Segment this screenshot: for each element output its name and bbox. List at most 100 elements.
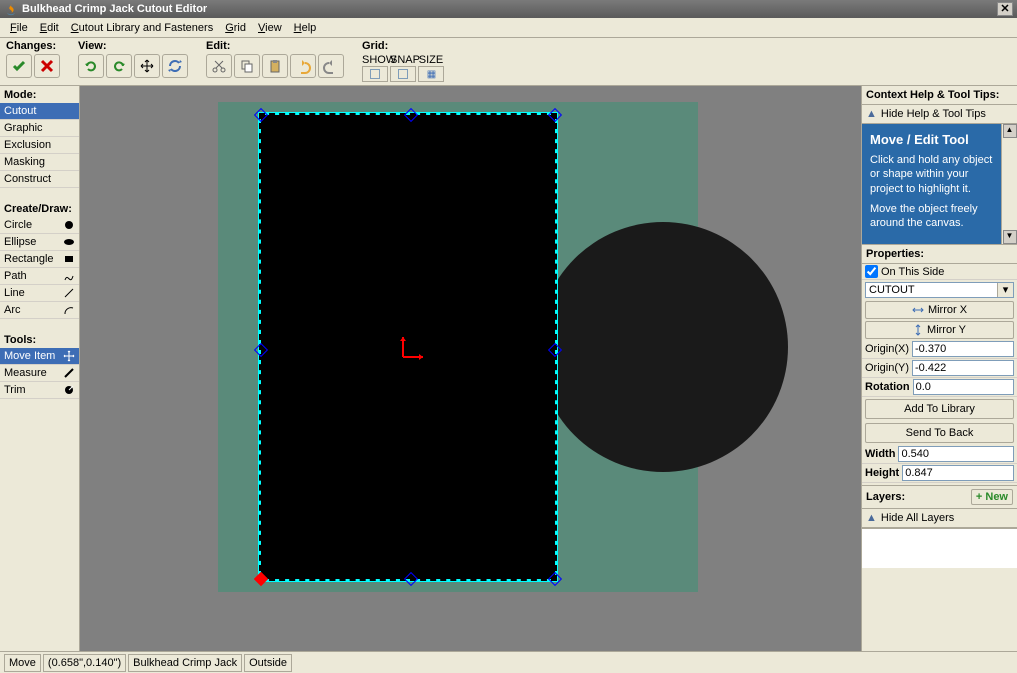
trim-icon <box>63 384 75 396</box>
send-to-back-button[interactable]: Send To Back <box>865 423 1014 443</box>
rotate-cw-button[interactable] <box>106 54 132 78</box>
draw-rectangle[interactable]: Rectangle <box>0 251 79 268</box>
mode-cutout[interactable]: Cutout <box>0 103 79 120</box>
collapse-up-icon: ▲ <box>866 108 877 120</box>
draw-line[interactable]: Line <box>0 285 79 302</box>
mode-masking[interactable]: Masking <box>0 154 79 171</box>
draw-ellipse[interactable]: Ellipse <box>0 234 79 251</box>
arc-icon <box>63 304 75 316</box>
create-header: Create/Draw: <box>0 200 79 217</box>
cancel-button[interactable] <box>34 54 60 78</box>
draw-arc[interactable]: Arc <box>0 302 79 319</box>
layers-header: Layers: <box>866 491 905 503</box>
add-to-library-button[interactable]: Add To Library <box>865 399 1014 419</box>
origin-x-input[interactable] <box>912 341 1014 357</box>
handle-br[interactable] <box>548 572 562 586</box>
mirror-y-icon <box>913 324 923 336</box>
toolbar-view: View: <box>78 40 188 78</box>
handle-ml[interactable] <box>254 343 268 357</box>
handle-bc[interactable] <box>404 572 418 586</box>
right-panel: Context Help & Tool Tips: ▲Hide Help & T… <box>861 86 1017 651</box>
canvas[interactable] <box>80 86 861 651</box>
hide-help-toggle[interactable]: ▲Hide Help & Tool Tips <box>862 105 1017 124</box>
ellipse-icon <box>63 236 75 248</box>
status-mode: Move <box>4 654 41 672</box>
circle-icon <box>63 219 75 231</box>
grid-size-button[interactable]: ▦ <box>418 66 444 82</box>
rotation-input[interactable] <box>913 379 1014 395</box>
menu-file[interactable]: File <box>4 20 34 36</box>
mode-graphic[interactable]: Graphic <box>0 120 79 137</box>
paste-button[interactable] <box>262 54 288 78</box>
pan-button[interactable] <box>134 54 160 78</box>
handle-bl[interactable] <box>254 572 268 586</box>
tool-trim[interactable]: Trim <box>0 382 79 399</box>
java-icon <box>4 2 18 16</box>
status-side: Outside <box>244 654 292 672</box>
on-this-side-check[interactable]: On This Side <box>862 264 1017 280</box>
toolbar: Changes: View: Edit: Grid: SHOW SNAP SIZ <box>0 38 1017 86</box>
new-layer-button[interactable]: + New <box>971 489 1013 505</box>
status-name: Bulkhead Crimp Jack <box>128 654 242 672</box>
handle-tc[interactable] <box>404 108 418 122</box>
measure-icon <box>63 367 75 379</box>
scroll-down-icon[interactable]: ▼ <box>1003 230 1017 244</box>
artboard <box>218 102 698 592</box>
tool-measure[interactable]: Measure <box>0 365 79 382</box>
handle-tr[interactable] <box>548 108 562 122</box>
draw-path[interactable]: Path <box>0 268 79 285</box>
help-tooltip: Move / Edit Tool Click and hold any obje… <box>862 124 1001 244</box>
width-input[interactable] <box>898 446 1014 462</box>
scroll-up-icon[interactable]: ▲ <box>1003 124 1017 138</box>
status-coords: (0.658",0.140") <box>43 654 126 672</box>
circle-shape[interactable] <box>538 222 788 472</box>
redo-button[interactable] <box>318 54 344 78</box>
menu-bar: File Edit Cutout Library and Fasteners G… <box>0 18 1017 38</box>
window-title: Bulkhead Crimp Jack Cutout Editor <box>22 3 207 15</box>
height-input[interactable] <box>902 465 1014 481</box>
mode-header: Mode: <box>0 86 79 103</box>
title-bar: Bulkhead Crimp Jack Cutout Editor ✕ <box>0 0 1017 18</box>
cut-button[interactable] <box>206 54 232 78</box>
undo-button[interactable] <box>290 54 316 78</box>
mirror-x-icon <box>912 305 924 315</box>
mode-exclusion[interactable]: Exclusion <box>0 137 79 154</box>
mode-construct[interactable]: Construct <box>0 171 79 188</box>
handle-tl[interactable] <box>254 108 268 122</box>
tool-move[interactable]: Move Item <box>0 348 79 365</box>
help-scrollbar[interactable]: ▲ ▼ <box>1001 124 1017 244</box>
collapse-up-icon: ▲ <box>866 512 877 524</box>
accept-button[interactable] <box>6 54 32 78</box>
grid-show-check[interactable] <box>362 66 388 82</box>
move-icon <box>63 350 75 362</box>
refresh-button[interactable] <box>162 54 188 78</box>
properties-header: Properties: <box>862 245 1017 264</box>
menu-grid[interactable]: Grid <box>219 20 252 36</box>
menu-view[interactable]: View <box>252 20 288 36</box>
hide-layers-toggle[interactable]: ▲Hide All Layers <box>862 509 1017 528</box>
origin-y-input[interactable] <box>912 360 1014 376</box>
help-header: Context Help & Tool Tips: <box>862 86 1017 105</box>
tools-header: Tools: <box>0 331 79 348</box>
menu-cutout-library[interactable]: Cutout Library and Fasteners <box>65 20 219 36</box>
path-icon <box>63 270 75 282</box>
toolbar-grid: Grid: SHOW SNAP SIZE ▦ <box>362 40 444 82</box>
copy-button[interactable] <box>234 54 260 78</box>
line-icon <box>63 287 75 299</box>
menu-edit[interactable]: Edit <box>34 20 65 36</box>
rotate-ccw-button[interactable] <box>78 54 104 78</box>
toolbar-changes: Changes: <box>6 40 60 78</box>
type-dropdown[interactable]: CUTOUT▾ <box>865 282 1014 298</box>
rectangle-icon <box>63 253 75 265</box>
mirror-x-button[interactable]: Mirror X <box>865 301 1014 319</box>
draw-circle[interactable]: Circle <box>0 217 79 234</box>
status-bar: Move (0.658",0.140") Bulkhead Crimp Jack… <box>0 651 1017 673</box>
close-button[interactable]: ✕ <box>997 2 1013 16</box>
mirror-y-button[interactable]: Mirror Y <box>865 321 1014 339</box>
left-panel: Mode: Cutout Graphic Exclusion Masking C… <box>0 86 80 651</box>
grid-snap-check[interactable] <box>390 66 416 82</box>
menu-help[interactable]: Help <box>288 20 323 36</box>
chevron-down-icon: ▾ <box>997 283 1013 297</box>
layers-list <box>862 528 1017 568</box>
toolbar-edit: Edit: <box>206 40 344 78</box>
